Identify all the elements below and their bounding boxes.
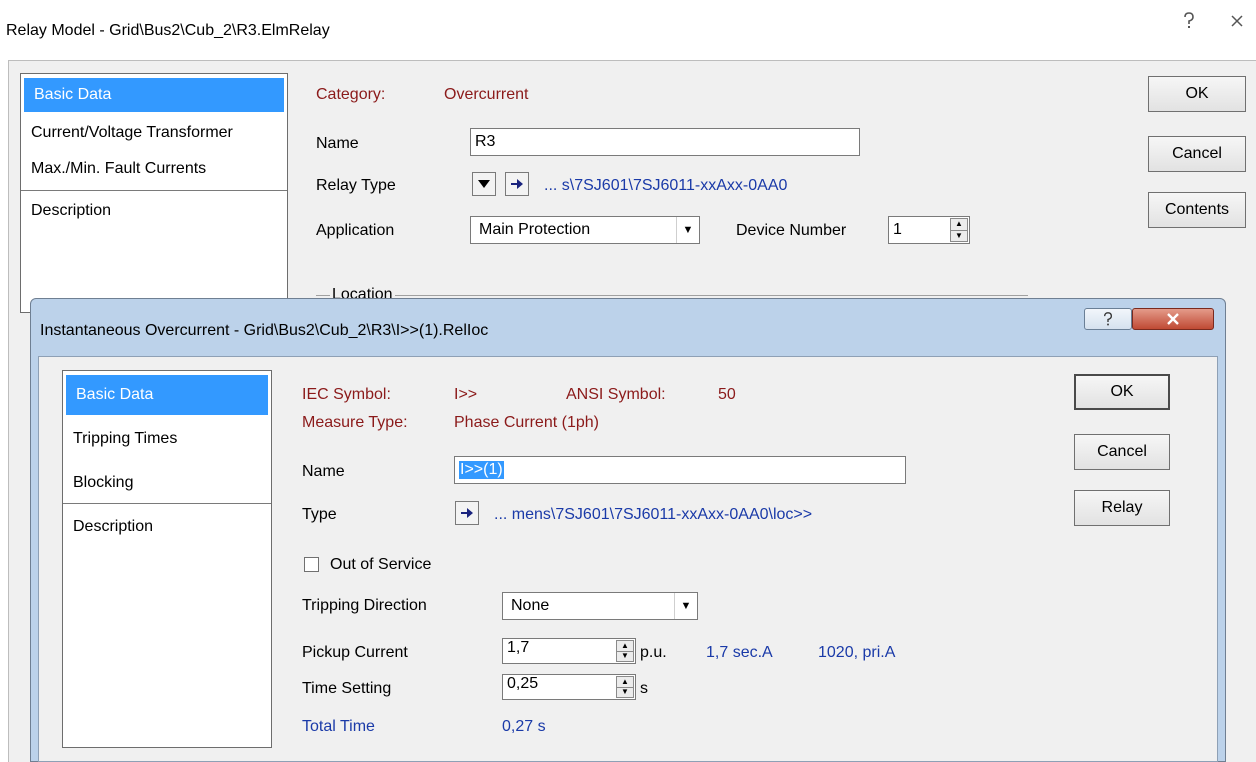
out-of-service-label[interactable]: Out of Service — [330, 556, 431, 574]
measure-type-label: Measure Type: — [302, 414, 408, 431]
outer-nav-fault-currents[interactable]: Max./Min. Fault Currents — [21, 152, 287, 186]
inner-nav-basic-data[interactable]: Basic Data — [66, 375, 268, 415]
outer-contents-button[interactable]: Contents — [1148, 192, 1246, 228]
outer-cancel-button[interactable]: Cancel — [1148, 136, 1246, 172]
inner-close-icon[interactable] — [1132, 308, 1214, 330]
inner-nav-tripping-times[interactable]: Tripping Times — [63, 419, 271, 459]
measure-type-value: Phase Current (1ph) — [454, 414, 599, 431]
inner-type-label: Type — [302, 506, 337, 523]
relay-type-dropdown-icon[interactable] — [472, 172, 496, 196]
application-label: Application — [316, 222, 395, 239]
inner-nav-blocking[interactable]: Blocking — [63, 463, 271, 503]
chevron-down-icon: ▼ — [674, 593, 697, 619]
inner-type-path[interactable]: ... mens\7SJ601\7SJ6011-xxAxx-0AA0\loc>> — [494, 506, 812, 524]
inner-name-label: Name — [302, 463, 345, 480]
time-setting-label: Time Setting — [302, 680, 392, 697]
chevron-down-icon: ▼ — [676, 217, 699, 243]
outer-nav-basic-data[interactable]: Basic Data — [24, 78, 284, 112]
outer-window-title: Relay Model - Grid\Bus2\Cub_2\R3.ElmRela… — [6, 22, 330, 39]
outer-ok-button[interactable]: OK — [1148, 76, 1246, 112]
outer-name-label: Name — [316, 135, 359, 152]
application-value: Main Protection — [479, 221, 591, 238]
iec-symbol-label: IEC Symbol: — [302, 386, 391, 403]
inner-cancel-button[interactable]: Cancel — [1074, 434, 1170, 470]
outer-nav-description[interactable]: Description — [21, 194, 287, 228]
outer-name-input[interactable]: R3 — [470, 128, 860, 156]
inner-relay-button[interactable]: Relay — [1074, 490, 1170, 526]
outer-close-icon[interactable] — [1218, 8, 1256, 34]
tripping-direction-value: None — [511, 597, 550, 614]
pickup-secondary-value: 1,7 sec.A — [706, 644, 773, 661]
tripping-direction-select[interactable]: None ▼ — [502, 592, 698, 620]
out-of-service-checkbox[interactable] — [304, 557, 319, 572]
ansi-symbol-label: ANSI Symbol: — [566, 386, 666, 403]
inner-nav-description[interactable]: Description — [63, 507, 271, 547]
pickup-current-label: Pickup Current — [302, 644, 408, 661]
location-group-line — [316, 295, 1028, 296]
outer-help-icon[interactable] — [1170, 8, 1208, 34]
inner-name-input[interactable]: I>>(1) — [454, 456, 906, 484]
device-number-spinner[interactable]: ▲ ▼ — [950, 218, 968, 242]
application-select[interactable]: Main Protection ▼ — [470, 216, 700, 244]
pickup-primary-value: 1020, pri.A — [818, 644, 896, 661]
inner-help-icon[interactable] — [1084, 308, 1132, 330]
inner-type-jump-arrow-icon[interactable] — [455, 501, 479, 525]
total-time-value: 0,27 s — [502, 718, 546, 735]
relay-type-label: Relay Type — [316, 177, 396, 194]
time-setting-spinner[interactable]: ▲ ▼ — [616, 676, 634, 698]
outer-nav-ct-vt[interactable]: Current/Voltage Transformer — [21, 116, 287, 150]
time-unit: s — [640, 680, 648, 697]
outer-nav-panel: Basic Data Current/Voltage Transformer M… — [20, 73, 288, 313]
category-label: Category: — [316, 86, 386, 103]
inner-ok-button[interactable]: OK — [1074, 374, 1170, 410]
pickup-current-spinner[interactable]: ▲ ▼ — [616, 640, 634, 662]
inner-window-title: Instantaneous Overcurrent - Grid\Bus2\Cu… — [40, 322, 489, 339]
pickup-unit: p.u. — [640, 644, 667, 661]
category-value: Overcurrent — [444, 86, 529, 103]
inner-nav-panel: Basic Data Tripping Times Blocking Descr… — [62, 370, 272, 748]
iec-symbol-value: I>> — [454, 386, 478, 403]
inner-name-selected-text: I>>(1) — [459, 461, 504, 479]
inner-nav-separator — [63, 503, 271, 504]
tripping-direction-label: Tripping Direction — [302, 597, 427, 614]
device-number-label: Device Number — [736, 222, 847, 239]
outer-nav-separator — [21, 190, 287, 191]
relay-type-path[interactable]: ... s\7SJ601\7SJ6011-xxAxx-0AA0 — [544, 177, 787, 195]
total-time-label: Total Time — [302, 718, 375, 735]
ansi-symbol-value: 50 — [718, 386, 736, 403]
relay-type-jump-arrow-icon[interactable] — [505, 172, 529, 196]
